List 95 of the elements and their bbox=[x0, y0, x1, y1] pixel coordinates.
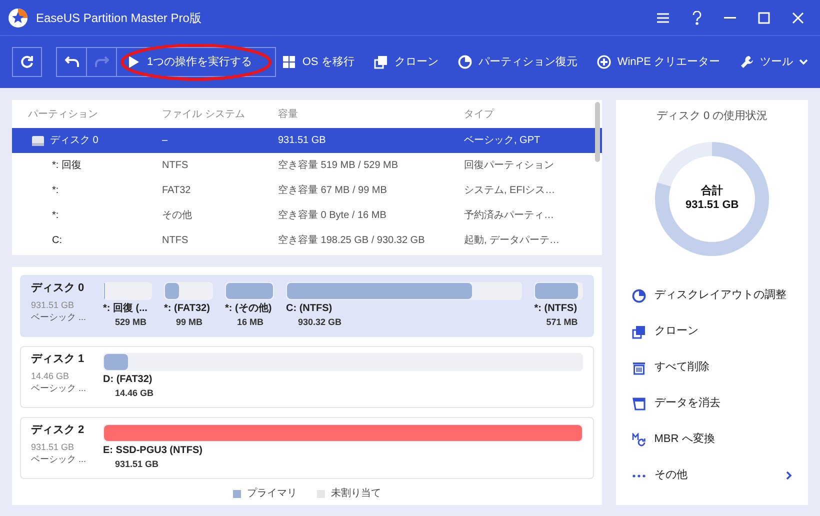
undo-icon bbox=[64, 56, 78, 68]
table-cell-text: *: bbox=[52, 184, 59, 198]
refresh-button[interactable] bbox=[12, 47, 42, 77]
chevron-down-icon bbox=[799, 59, 808, 65]
side-action[interactable]: データを消去 bbox=[632, 392, 792, 414]
close-icon[interactable] bbox=[792, 12, 804, 24]
partition-size: 930.32 GB bbox=[297, 316, 343, 329]
column-header: タイプ bbox=[464, 108, 496, 122]
toolbar-button[interactable]: ツール bbox=[740, 54, 808, 70]
usage-title: ディスク 0 の使用状況 bbox=[656, 109, 768, 124]
table-cell-text: 予約済みパーティ… bbox=[464, 208, 554, 223]
disk-name: ディスク 1 bbox=[31, 353, 86, 365]
column-header: ファイル システム bbox=[162, 108, 246, 122]
table-cell-text: 空き容量 67 MB / 99 MB bbox=[278, 184, 387, 198]
table-cell-text: FAT32 bbox=[162, 184, 191, 198]
partition-label: D: (FAT32) bbox=[103, 373, 154, 387]
disk-card[interactable]: ディスク 1 14.46 GB ベーシック ... D: (FAT32) 14.46 GB bbox=[20, 346, 594, 408]
table-cell-text: ベーシック, GPT bbox=[464, 134, 540, 148]
usage-total-label: 合計 bbox=[701, 184, 724, 198]
scrollbar[interactable] bbox=[595, 102, 600, 162]
toolbar-button[interactable]: クローン bbox=[374, 54, 438, 70]
disk-type: ベーシック ... bbox=[31, 311, 88, 323]
maximize-icon[interactable] bbox=[758, 12, 770, 24]
partition-label: *: (FAT32) bbox=[164, 302, 211, 316]
partition-label: *: (その他) bbox=[225, 302, 273, 316]
disk-type: ベーシック ... bbox=[31, 382, 88, 394]
partition-size: 99 MB bbox=[175, 316, 204, 329]
column-header: 容量 bbox=[278, 108, 299, 122]
side-action[interactable]: MBR へ変換 bbox=[632, 428, 792, 450]
table-cell-text: C: bbox=[52, 234, 62, 248]
convert-icon bbox=[632, 432, 646, 446]
chevron-right-icon bbox=[786, 471, 792, 480]
table-cell-text: ディスク 0 bbox=[50, 134, 98, 148]
toolbar-button[interactable]: パーティション復元 bbox=[458, 54, 578, 70]
table-cell-text: 空き容量 198.25 GB / 930.32 GB bbox=[278, 234, 425, 248]
table-row[interactable]: C: NTFS 空き容量 198.25 GB / 930.32 GB 起動, データパーテ… bbox=[12, 228, 602, 253]
disk-name: ディスク 2 bbox=[31, 424, 86, 436]
legend-label: 未割り当て bbox=[331, 486, 382, 501]
toolbar-button[interactable]: WinPE クリエーター bbox=[597, 54, 720, 70]
partition-size: 931.51 GB bbox=[114, 458, 160, 471]
table-row[interactable]: *: FAT32 空き容量 67 MB / 99 MB システム, EFIシス… bbox=[12, 178, 602, 203]
side-action[interactable]: すべて削除 bbox=[632, 356, 792, 378]
table-cell-text: NTFS bbox=[162, 234, 188, 248]
table-cell-text: システム, EFIシス… bbox=[464, 184, 556, 198]
copy-icon bbox=[374, 55, 388, 69]
table-cell-text: 931.51 GB bbox=[278, 134, 326, 148]
trash-icon bbox=[632, 360, 646, 374]
windows-icon bbox=[282, 55, 296, 69]
redo-icon bbox=[94, 56, 108, 68]
partition-size: 529 MB bbox=[114, 316, 148, 329]
copy-icon bbox=[632, 324, 646, 338]
table-cell-text: NTFS bbox=[162, 159, 188, 173]
pie-chart-icon bbox=[458, 55, 472, 69]
partition-size: 14.46 GB bbox=[114, 387, 155, 400]
table-cell-text: – bbox=[162, 134, 168, 148]
menu-icon[interactable] bbox=[656, 12, 670, 24]
table-cell-text: 回復パーティション bbox=[464, 159, 554, 173]
table-cell-text: 空き容量 0 Byte / 16 MB bbox=[278, 208, 386, 223]
disk-size: 14.46 GB bbox=[31, 370, 70, 382]
side-action[interactable]: クローン bbox=[632, 320, 792, 342]
wrench-icon bbox=[740, 55, 754, 69]
side-action[interactable]: ディスクレイアウトの調整 bbox=[632, 284, 792, 306]
disk-name: ディスク 0 bbox=[31, 282, 86, 294]
app-logo-icon bbox=[8, 8, 28, 28]
pie-chart-icon bbox=[632, 288, 646, 302]
table-row[interactable]: *: 回復 NTFS 空き容量 519 MB / 529 MB 回復パーティション bbox=[12, 153, 602, 178]
table-cell-text: 空き容量 519 MB / 529 MB bbox=[278, 158, 398, 173]
eraser-icon bbox=[632, 396, 646, 410]
minimize-icon[interactable] bbox=[724, 16, 736, 18]
usage-total-value: 931.51 GB bbox=[686, 198, 739, 212]
table-row[interactable]: ディスク 0 – 931.51 GB ベーシック, GPT bbox=[12, 128, 602, 153]
partition-size: 16 MB bbox=[236, 316, 265, 329]
disk-card[interactable]: ディスク 2 931.51 GB ベーシック ... E: SSD-PGU3 (NTFS) 931.51 GB bbox=[20, 417, 594, 479]
table-cell-text: 起動, データパーテ… bbox=[464, 234, 560, 248]
partition-label: *: 回復 (... bbox=[103, 302, 148, 316]
help-icon[interactable] bbox=[692, 10, 702, 24]
plus-circle-icon bbox=[597, 55, 612, 69]
table-cell-text: その他 bbox=[162, 209, 192, 223]
play-icon bbox=[129, 56, 139, 68]
side-action[interactable]: その他 bbox=[632, 464, 792, 486]
partition-label: E: SSD-PGU3 (NTFS) bbox=[103, 444, 204, 458]
partition-label: *: (NTFS) bbox=[534, 302, 578, 316]
table-cell-text: *: 回復 bbox=[52, 159, 82, 173]
disk-size: 931.51 GB bbox=[31, 299, 76, 311]
column-header: パーティション bbox=[27, 108, 99, 122]
table-row[interactable]: *: その他 空き容量 0 Byte / 16 MB 予約済みパーティ… bbox=[12, 203, 602, 228]
legend-label: プライマリ bbox=[247, 486, 298, 501]
disk-size: 931.51 GB bbox=[31, 441, 76, 453]
partition-label: C: (NTFS) bbox=[286, 302, 334, 316]
partition-size: 571 MB bbox=[545, 316, 579, 329]
refresh-icon bbox=[20, 55, 34, 69]
disk-type: ベーシック ... bbox=[31, 453, 88, 465]
table-cell-text: *: bbox=[52, 209, 59, 223]
toolbar-button[interactable]: OS を移行 bbox=[282, 54, 354, 70]
window-title: EaseUS Partition Master Pro版 bbox=[36, 10, 202, 26]
